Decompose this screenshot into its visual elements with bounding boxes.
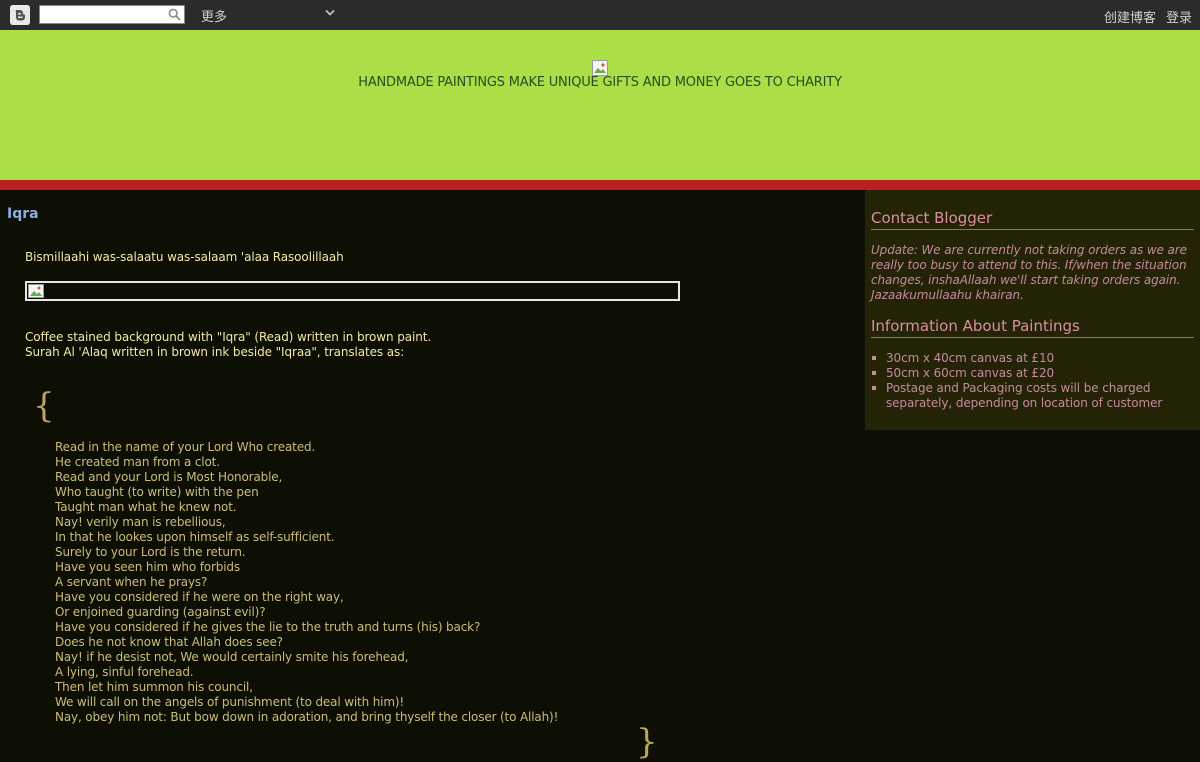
bullet-icon: [872, 371, 876, 375]
verse-line: Read in the name of your Lord Who create…: [55, 440, 316, 454]
list-item-text: Postage and Packaging costs will be char…: [886, 381, 1163, 410]
verse-line: Have you considered if he were on the ri…: [55, 590, 344, 604]
search-input[interactable]: [39, 5, 185, 24]
verse-line: Surely to your Lord is the return.: [55, 545, 246, 559]
post-title[interactable]: Iqra: [7, 206, 39, 222]
verse-line: Taught man what he knew not.: [55, 500, 237, 514]
post-caption-line2: Surah Al 'Alaq written in brown ink besi…: [25, 345, 405, 359]
broken-image-icon: [592, 60, 608, 76]
info-heading: Information About Paintings: [871, 317, 1194, 338]
surah-verses: Read in the name of your Lord Who create…: [55, 440, 558, 725]
chevron-down-icon[interactable]: [325, 9, 335, 17]
quote-open-brace: {: [33, 386, 55, 426]
verse-line: He created man from a clot.: [55, 455, 220, 469]
post-caption-line1: Coffee stained background with "Iqra" (R…: [25, 330, 432, 344]
verse-line: We will call on the angels of punishment…: [55, 695, 405, 709]
quote-close-brace: }: [636, 722, 658, 762]
verse-line: A lying, sinful forehead.: [55, 665, 194, 679]
verse-line: A servant when he prays?: [55, 575, 208, 589]
list-item: 30cm x 40cm canvas at £10: [871, 351, 1191, 366]
post-greeting: Bismillaahi was-salaatu was-salaam 'alaa…: [25, 250, 344, 264]
login-link[interactable]: 登录: [1166, 7, 1192, 26]
post-image[interactable]: [25, 281, 680, 301]
header-divider: [0, 180, 1200, 190]
info-list: 30cm x 40cm canvas at £10 50cm x 60cm ca…: [871, 351, 1191, 411]
list-item: 50cm x 60cm canvas at £20: [871, 366, 1191, 381]
verse-line: Or enjoined guarding (against evil)?: [55, 605, 266, 619]
broken-image-icon: [28, 284, 44, 298]
sidebar: Contact Blogger Update: We are currently…: [865, 190, 1200, 430]
more-menu-label[interactable]: 更多: [201, 6, 227, 25]
verse-line: Read and your Lord is Most Honorable,: [55, 470, 283, 484]
verse-line: Does he not know that Allah does see?: [55, 635, 283, 649]
verse-line: Then let him summon his council,: [55, 680, 253, 694]
blog-description: HANDMADE PAINTINGS MAKE UNIQUE GIFTS AND…: [358, 75, 842, 90]
create-blog-link[interactable]: 创建博客: [1104, 7, 1156, 26]
list-item-text: 50cm x 60cm canvas at £20: [886, 366, 1055, 380]
verse-line: Who taught (to write) with the pen: [55, 485, 259, 499]
blogger-logo-icon[interactable]: [10, 5, 30, 25]
verse-line: Nay! if he desist not, We would certainl…: [55, 650, 409, 664]
blog-header: HANDMADE PAINTINGS MAKE UNIQUE GIFTS AND…: [0, 30, 1200, 180]
verse-line: Have you considered if he gives the lie …: [55, 620, 481, 634]
verse-line: In that he lookes upon himself as self-s…: [55, 530, 335, 544]
contact-update-text: Update: We are currently not taking orde…: [871, 243, 1187, 302]
verse-line: Nay! verily man is rebellious,: [55, 515, 226, 529]
search-icon[interactable]: [168, 8, 181, 21]
contact-heading: Contact Blogger: [871, 209, 1194, 230]
bullet-icon: [872, 356, 876, 360]
list-item-text: 30cm x 40cm canvas at £10: [886, 351, 1055, 365]
bullet-icon: [872, 386, 876, 390]
blogger-navbar: 更多 创建博客 登录: [0, 0, 1200, 31]
verse-line: Have you seen him who forbids: [55, 560, 240, 574]
verse-line: Nay, obey him not: But bow down in adora…: [55, 710, 559, 724]
list-item: Postage and Packaging costs will be char…: [871, 381, 1191, 411]
